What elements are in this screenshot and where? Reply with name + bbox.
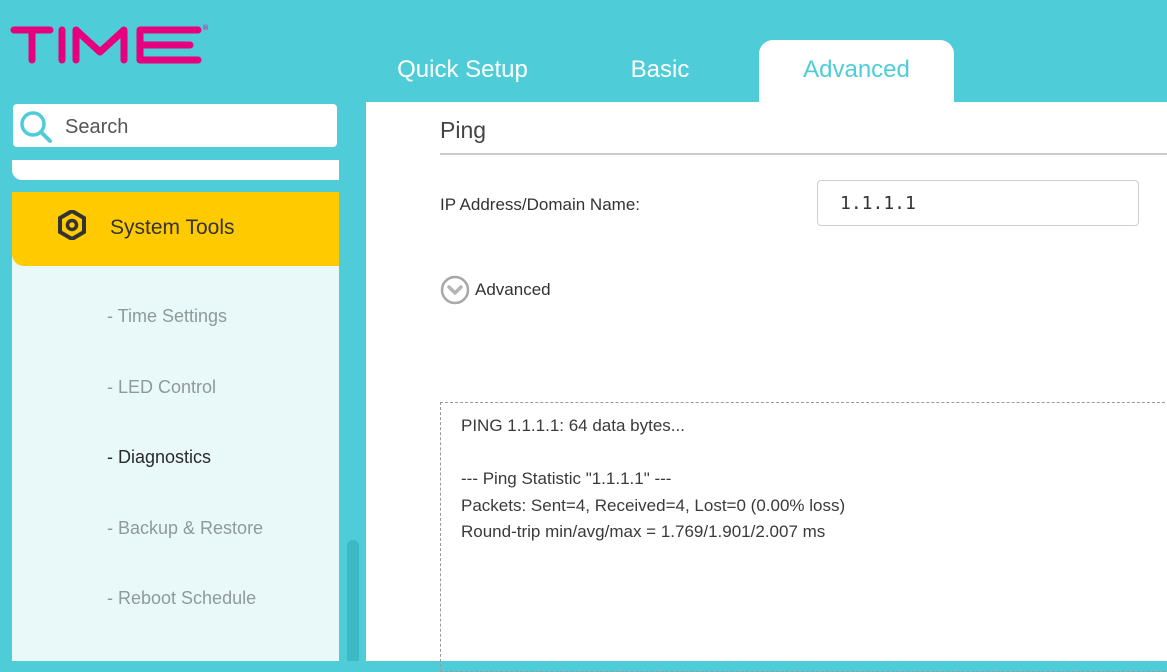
advanced-toggle-label: Advanced <box>475 280 551 299</box>
search-icon <box>20 111 52 143</box>
sidebar-item-diagnostics[interactable]: - Diagnostics <box>107 447 211 468</box>
sidebar-section-label: System Tools <box>110 216 235 239</box>
sidebar: System Tools - Time Settings - LED Contr… <box>12 192 339 661</box>
sidebar-section-system-tools[interactable]: System Tools <box>12 192 339 266</box>
tab-basic[interactable]: Basic <box>575 40 745 102</box>
advanced-toggle[interactable]: Advanced <box>440 275 580 307</box>
ping-output: PING 1.1.1.1: 64 data bytes... --- Ping … <box>440 402 1167 672</box>
output-line: Packets: Sent=4, Received=4, Lost=0 (0.0… <box>461 495 846 515</box>
sidebar-item-led-control[interactable]: - LED Control <box>107 377 216 398</box>
svg-text:®: ® <box>202 24 209 32</box>
sidebar-item-reboot-schedule[interactable]: - Reboot Schedule <box>107 588 256 609</box>
main-content: Ping IP Address/Domain Name: Advanced PI… <box>366 102 1167 672</box>
sidebar-item-time-settings[interactable]: - Time Settings <box>107 306 227 327</box>
time-logo: ® <box>10 24 209 64</box>
search-placeholder: Search <box>65 116 129 138</box>
output-line: PING 1.1.1.1: 64 data bytes... <box>461 416 685 435</box>
search-box[interactable]: Search <box>13 104 337 147</box>
sidebar-scrollbar[interactable] <box>347 540 359 661</box>
output-line: Round-trip min/avg/max = 1.769/1.901/2.0… <box>461 522 826 541</box>
page-title: Ping <box>440 117 487 143</box>
tab-quick-setup[interactable]: Quick Setup <box>370 40 555 102</box>
tab-advanced[interactable]: Advanced <box>759 40 954 102</box>
ip-address-label: IP Address/Domain Name: <box>440 195 640 214</box>
chevron-down-circle-icon <box>440 275 470 305</box>
gear-icon <box>58 210 86 240</box>
title-divider <box>440 153 1167 155</box>
output-line: --- Ping Statistic "1.1.1.1" --- <box>461 469 672 488</box>
ip-address-input[interactable] <box>817 180 1139 226</box>
sidebar-item-backup-restore[interactable]: - Backup & Restore <box>107 518 263 539</box>
sidebar-top-fragment <box>12 160 339 180</box>
